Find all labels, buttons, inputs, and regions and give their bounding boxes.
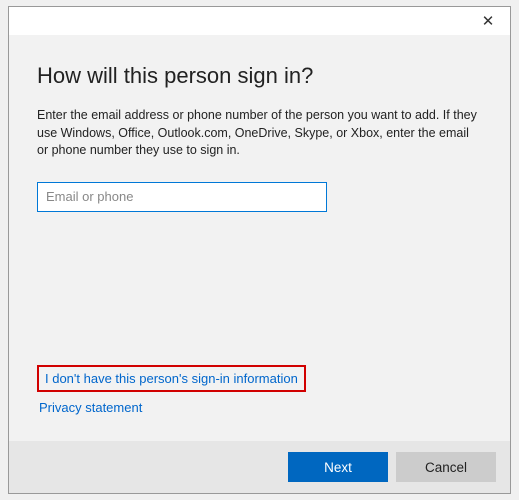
dialog-subtext: Enter the email address or phone number … xyxy=(37,107,477,160)
cancel-button[interactable]: Cancel xyxy=(396,452,496,482)
privacy-statement-link[interactable]: Privacy statement xyxy=(37,398,306,415)
dialog-footer: Next Cancel xyxy=(9,441,510,493)
email-phone-input[interactable] xyxy=(37,182,327,212)
no-signin-info-link[interactable]: I don't have this person's sign-in infor… xyxy=(45,371,298,386)
titlebar: ✕ xyxy=(9,7,510,35)
links-section: I don't have this person's sign-in infor… xyxy=(37,365,306,415)
no-signin-info-highlight: I don't have this person's sign-in infor… xyxy=(37,365,306,392)
dialog-heading: How will this person sign in? xyxy=(37,63,482,89)
close-icon: ✕ xyxy=(482,12,495,30)
email-phone-field-wrap xyxy=(37,182,327,212)
close-button[interactable]: ✕ xyxy=(478,11,498,31)
next-button[interactable]: Next xyxy=(288,452,388,482)
dialog-content: How will this person sign in? Enter the … xyxy=(9,35,510,212)
account-signin-dialog: ✕ How will this person sign in? Enter th… xyxy=(8,6,511,494)
